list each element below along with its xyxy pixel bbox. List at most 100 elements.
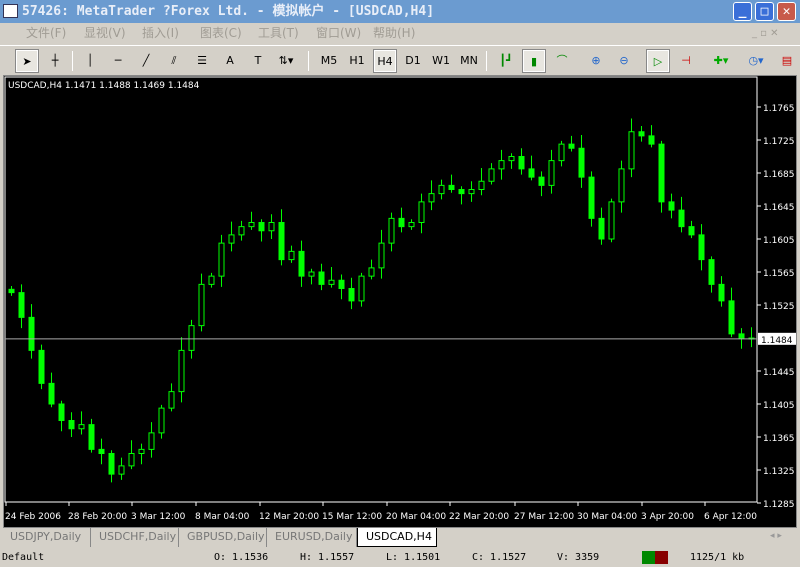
arrows-dropdown-icon[interactable]: ⇅▾ — [275, 50, 297, 72]
time-label: 8 Mar 04:00 — [195, 512, 250, 522]
menu-window[interactable]: 窗口(W) — [316, 23, 361, 44]
candle-body — [358, 275, 365, 302]
candle-body — [668, 201, 675, 211]
new-chart-icon[interactable]: ✚▾ — [710, 50, 732, 72]
time-label: 24 Feb 2006 — [5, 512, 61, 522]
status-profile: Default — [2, 552, 45, 563]
price-label: 1.1605 — [763, 236, 795, 246]
candle-body — [408, 222, 415, 228]
price-label: 1.1525 — [763, 302, 795, 312]
fibonacci-icon[interactable]: ☰ — [191, 50, 213, 72]
minimize-button[interactable]: _ — [733, 2, 752, 21]
tab-eurusd[interactable]: EURUSD,Daily — [267, 528, 357, 547]
mdi-controls[interactable]: _ ▫ ✕ — [752, 23, 779, 44]
equidistant-channel-icon[interactable]: ⫽ — [163, 50, 185, 72]
horizontal-line-icon[interactable]: ─ — [107, 50, 129, 72]
candle-body — [238, 226, 245, 236]
candle-body — [318, 271, 325, 285]
price-label: 1.1365 — [763, 434, 795, 444]
candle-body — [398, 217, 405, 228]
candle-body — [388, 217, 395, 244]
timeframe-m5[interactable]: M5 — [318, 50, 340, 72]
time-label: 28 Feb 20:00 — [68, 512, 127, 522]
autoscroll-icon[interactable]: ▷ — [646, 49, 670, 73]
tab-scroll-arrows[interactable]: ◂ ▸ — [770, 531, 782, 541]
templates-icon[interactable]: ▤ — [776, 50, 798, 72]
candle-body — [368, 267, 375, 277]
candle-body — [268, 222, 275, 232]
candle-body — [428, 193, 435, 203]
price-chart[interactable]: 1.1765 1.1725 1.1685 1.1645 1.1605 1.1565 1.15… — [3, 75, 797, 528]
close-button[interactable]: ✕ — [777, 2, 796, 21]
timeframe-h4[interactable]: H4 — [373, 49, 397, 73]
zoom-in-icon[interactable]: ⊕ — [585, 50, 607, 72]
candle-body — [138, 448, 145, 454]
candle-body — [178, 349, 185, 393]
current-price-label: 1.1484 — [761, 336, 793, 346]
text-icon[interactable]: A — [219, 50, 241, 72]
price-label: 1.1765 — [763, 104, 795, 114]
tab-usdcad[interactable]: USDCAD,H4 — [357, 528, 437, 547]
candle-body — [168, 391, 175, 409]
timeframe-w1[interactable]: W1 — [430, 50, 452, 72]
time-label: 3 Mar 12:00 — [131, 512, 186, 522]
text-label-icon[interactable]: T — [247, 50, 269, 72]
candle-body — [248, 222, 255, 228]
candle-body — [438, 184, 445, 195]
zoom-out-icon[interactable]: ⊖ — [613, 50, 635, 72]
candlestick-icon[interactable]: ▮ — [522, 49, 546, 73]
tab-usdjpy[interactable]: USDJPY,Daily — [2, 528, 91, 547]
menu-insert[interactable]: 插入(I) — [142, 23, 179, 44]
candle-body — [648, 135, 655, 145]
price-label: 1.1405 — [763, 401, 795, 411]
candle-body — [468, 189, 475, 195]
menu-charts[interactable]: 图表(C) — [200, 23, 242, 44]
candle-body — [258, 222, 265, 232]
candle-body — [718, 283, 725, 302]
candle-body — [578, 147, 585, 178]
status-low: L: 1.1501 — [386, 552, 441, 563]
periods-clock-icon[interactable]: ◷▾ — [745, 50, 767, 72]
chart-shift-icon[interactable]: ⊣ — [675, 50, 697, 72]
status-high: H: 1.1557 — [300, 552, 355, 563]
tab-gbpusd[interactable]: GBPUSD,Daily — [179, 528, 267, 547]
menu-file[interactable]: 文件(F) — [26, 23, 66, 44]
candle-body — [128, 453, 135, 467]
menu-tools[interactable]: 工具(T) — [258, 23, 299, 44]
tab-usdchf[interactable]: USDCHF,Daily — [91, 528, 179, 547]
candle-body — [708, 259, 715, 285]
time-label: 20 Mar 04:00 — [386, 512, 446, 522]
app-icon — [3, 4, 18, 18]
candle-body — [518, 156, 525, 170]
price-label: 1.1285 — [763, 500, 795, 510]
maximize-button[interactable]: □ — [755, 2, 774, 21]
candle-body — [88, 424, 95, 450]
candle-body — [58, 403, 65, 421]
candle-body — [478, 180, 485, 190]
candle-body — [378, 242, 385, 269]
candle-body — [568, 143, 575, 149]
trendline-icon[interactable]: ╱ — [135, 50, 157, 72]
candle-body — [628, 131, 635, 170]
timeframe-h1[interactable]: H1 — [346, 50, 368, 72]
status-bar: Default O: 1.1536 H: 1.1557 L: 1.1501 C:… — [0, 548, 800, 567]
toolbar: ➤ ┼ │ ─ ╱ ⫽ ☰ A T ⇅▾ M5 H1 H4 D1 W1 MN ┃… — [0, 45, 800, 75]
menu-help[interactable]: 帮助(H) — [373, 23, 415, 44]
candle-body — [728, 300, 735, 335]
candle-body — [48, 382, 55, 405]
timeframe-d1[interactable]: D1 — [402, 50, 424, 72]
vertical-line-icon[interactable]: │ — [79, 50, 101, 72]
line-chart-icon[interactable]: ⌒ — [551, 50, 573, 72]
cursor-icon[interactable]: ➤ — [15, 49, 39, 73]
menu-view[interactable]: 显视(V) — [84, 23, 126, 44]
candle-body — [508, 156, 515, 162]
menu-bar: 文件(F) 显视(V) 插入(I) 图表(C) 工具(T) 窗口(W) 帮助(H… — [0, 23, 800, 44]
candle-body — [98, 448, 105, 454]
candle-body — [698, 234, 705, 261]
status-traffic: 1125/1 kb — [690, 552, 745, 563]
crosshair-icon[interactable]: ┼ — [44, 50, 66, 72]
price-label: 1.1445 — [763, 368, 795, 378]
timeframe-mn[interactable]: MN — [458, 50, 480, 72]
bar-chart-icon[interactable]: ┃┛ — [495, 50, 517, 72]
candle-body — [68, 420, 75, 430]
